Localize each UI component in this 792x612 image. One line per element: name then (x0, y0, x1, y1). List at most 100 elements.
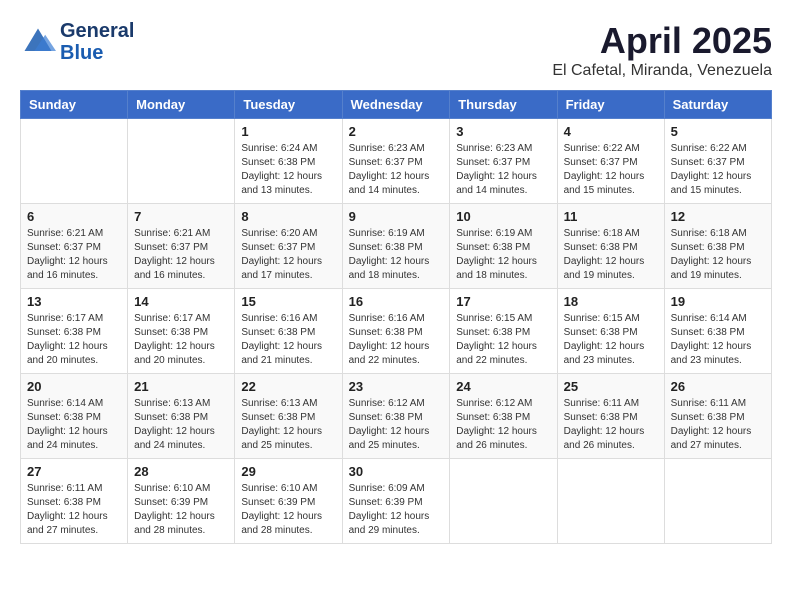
day-number: 23 (349, 379, 444, 394)
day-number: 21 (134, 379, 228, 394)
day-info: Sunrise: 6:11 AM Sunset: 6:38 PM Dayligh… (564, 397, 658, 453)
day-info: Sunrise: 6:17 AM Sunset: 6:38 PM Dayligh… (134, 312, 228, 368)
subtitle: El Cafetal, Miranda, Venezuela (552, 62, 772, 80)
generalblue-logo-icon (20, 24, 56, 60)
calendar-cell: 14 Sunrise: 6:17 AM Sunset: 6:38 PM Dayli… (128, 289, 235, 374)
calendar-cell: 30 Sunrise: 6:09 AM Sunset: 6:39 PM Dayli… (342, 459, 450, 544)
day-number: 9 (349, 209, 444, 224)
calendar-cell: 9 Sunrise: 6:19 AM Sunset: 6:38 PM Daylig… (342, 204, 450, 289)
day-info: Sunrise: 6:21 AM Sunset: 6:37 PM Dayligh… (27, 227, 121, 283)
day-info: Sunrise: 6:23 AM Sunset: 6:37 PM Dayligh… (349, 142, 444, 198)
day-number: 13 (27, 294, 121, 309)
day-info: Sunrise: 6:20 AM Sunset: 6:37 PM Dayligh… (241, 227, 335, 283)
day-number: 8 (241, 209, 335, 224)
day-number: 7 (134, 209, 228, 224)
calendar-week-row: 6 Sunrise: 6:21 AM Sunset: 6:37 PM Daylig… (21, 204, 772, 289)
day-number: 22 (241, 379, 335, 394)
main-title: April 2025 (552, 20, 772, 62)
day-number: 1 (241, 124, 335, 139)
day-info: Sunrise: 6:09 AM Sunset: 6:39 PM Dayligh… (349, 482, 444, 538)
day-info: Sunrise: 6:24 AM Sunset: 6:38 PM Dayligh… (241, 142, 335, 198)
day-number: 20 (27, 379, 121, 394)
calendar-cell (21, 119, 128, 204)
day-number: 30 (349, 464, 444, 479)
day-info: Sunrise: 6:17 AM Sunset: 6:38 PM Dayligh… (27, 312, 121, 368)
day-info: Sunrise: 6:11 AM Sunset: 6:38 PM Dayligh… (27, 482, 121, 538)
calendar-cell: 8 Sunrise: 6:20 AM Sunset: 6:37 PM Daylig… (235, 204, 342, 289)
day-info: Sunrise: 6:19 AM Sunset: 6:38 PM Dayligh… (456, 227, 550, 283)
day-number: 6 (27, 209, 121, 224)
day-info: Sunrise: 6:16 AM Sunset: 6:38 PM Dayligh… (241, 312, 335, 368)
calendar-week-row: 20Sunrise: 6:14 AM Sunset: 6:38 PM Dayli… (21, 374, 772, 459)
day-number: 14 (134, 294, 228, 309)
calendar-cell: 27 Sunrise: 6:11 AM Sunset: 6:38 PM Dayli… (21, 459, 128, 544)
day-number: 28 (134, 464, 228, 479)
day-info: Sunrise: 6:22 AM Sunset: 6:37 PM Dayligh… (564, 142, 658, 198)
day-info: Sunrise: 6:18 AM Sunset: 6:38 PM Dayligh… (671, 227, 765, 283)
logo-text-general: General (60, 20, 134, 42)
calendar-cell: 24 Sunrise: 6:12 AM Sunset: 6:38 PM Dayli… (450, 374, 557, 459)
calendar-cell (450, 459, 557, 544)
day-number: 27 (27, 464, 121, 479)
calendar-cell (557, 459, 664, 544)
day-number: 18 (564, 294, 658, 309)
day-number: 5 (671, 124, 765, 139)
day-number: 24 (456, 379, 550, 394)
day-number: 29 (241, 464, 335, 479)
day-info: Sunrise: 6:21 AM Sunset: 6:37 PM Dayligh… (134, 227, 228, 283)
day-number: 17 (456, 294, 550, 309)
day-header-saturday: Saturday (664, 91, 771, 119)
calendar-cell: 4 Sunrise: 6:22 AM Sunset: 6:37 PM Daylig… (557, 119, 664, 204)
day-info: Sunrise: 6:15 AM Sunset: 6:38 PM Dayligh… (456, 312, 550, 368)
day-info: Sunrise: 6:13 AM Sunset: 6:38 PM Dayligh… (134, 397, 228, 453)
day-number: 3 (456, 124, 550, 139)
day-number: 2 (349, 124, 444, 139)
day-number: 19 (671, 294, 765, 309)
day-number: 15 (241, 294, 335, 309)
calendar-week-row: 1 Sunrise: 6:24 AM Sunset: 6:38 PM Daylig… (21, 119, 772, 204)
calendar-cell: 16Sunrise: 6:16 AM Sunset: 6:38 PM Dayli… (342, 289, 450, 374)
calendar-cell: 26 Sunrise: 6:11 AM Sunset: 6:38 PM Dayli… (664, 374, 771, 459)
calendar-cell: 11Sunrise: 6:18 AM Sunset: 6:38 PM Dayli… (557, 204, 664, 289)
calendar-cell: 15 Sunrise: 6:16 AM Sunset: 6:38 PM Dayli… (235, 289, 342, 374)
day-info: Sunrise: 6:11 AM Sunset: 6:38 PM Dayligh… (671, 397, 765, 453)
day-info: Sunrise: 6:10 AM Sunset: 6:39 PM Dayligh… (241, 482, 335, 538)
calendar-cell: 17 Sunrise: 6:15 AM Sunset: 6:38 PM Dayli… (450, 289, 557, 374)
day-number: 26 (671, 379, 765, 394)
calendar-cell: 21 Sunrise: 6:13 AM Sunset: 6:38 PM Dayli… (128, 374, 235, 459)
calendar-cell: 2 Sunrise: 6:23 AM Sunset: 6:37 PM Daylig… (342, 119, 450, 204)
calendar-cell: 29 Sunrise: 6:10 AM Sunset: 6:39 PM Dayli… (235, 459, 342, 544)
day-number: 10 (456, 209, 550, 224)
calendar-table: SundayMondayTuesdayWednesdayThursdayFrid… (20, 90, 772, 544)
calendar-cell: 18 Sunrise: 6:15 AM Sunset: 6:38 PM Dayli… (557, 289, 664, 374)
day-info: Sunrise: 6:19 AM Sunset: 6:38 PM Dayligh… (349, 227, 444, 283)
calendar-cell: 7 Sunrise: 6:21 AM Sunset: 6:37 PM Daylig… (128, 204, 235, 289)
day-header-wednesday: Wednesday (342, 91, 450, 119)
day-number: 4 (564, 124, 658, 139)
day-info: Sunrise: 6:10 AM Sunset: 6:39 PM Dayligh… (134, 482, 228, 538)
calendar-cell (128, 119, 235, 204)
day-number: 12 (671, 209, 765, 224)
calendar-cell: 13 Sunrise: 6:17 AM Sunset: 6:38 PM Dayli… (21, 289, 128, 374)
logo: General Blue (20, 20, 134, 64)
title-block: April 2025 El Cafetal, Miranda, Venezuel… (552, 20, 772, 80)
day-header-tuesday: Tuesday (235, 91, 342, 119)
calendar-week-row: 13 Sunrise: 6:17 AM Sunset: 6:38 PM Dayli… (21, 289, 772, 374)
calendar-cell: 28 Sunrise: 6:10 AM Sunset: 6:39 PM Dayli… (128, 459, 235, 544)
day-header-sunday: Sunday (21, 91, 128, 119)
calendar-cell: 23Sunrise: 6:12 AM Sunset: 6:38 PM Dayli… (342, 374, 450, 459)
day-info: Sunrise: 6:14 AM Sunset: 6:38 PM Dayligh… (671, 312, 765, 368)
logo-text-blue: Blue (60, 42, 134, 64)
day-info: Sunrise: 6:12 AM Sunset: 6:38 PM Dayligh… (456, 397, 550, 453)
calendar-cell: 10 Sunrise: 6:19 AM Sunset: 6:38 PM Dayli… (450, 204, 557, 289)
day-info: Sunrise: 6:15 AM Sunset: 6:38 PM Dayligh… (564, 312, 658, 368)
calendar-cell: 20Sunrise: 6:14 AM Sunset: 6:38 PM Dayli… (21, 374, 128, 459)
day-number: 16 (349, 294, 444, 309)
day-header-thursday: Thursday (450, 91, 557, 119)
calendar-cell: 6 Sunrise: 6:21 AM Sunset: 6:37 PM Daylig… (21, 204, 128, 289)
day-info: Sunrise: 6:22 AM Sunset: 6:37 PM Dayligh… (671, 142, 765, 198)
calendar-cell: 5 Sunrise: 6:22 AM Sunset: 6:37 PM Daylig… (664, 119, 771, 204)
day-info: Sunrise: 6:23 AM Sunset: 6:37 PM Dayligh… (456, 142, 550, 198)
calendar-cell: 19 Sunrise: 6:14 AM Sunset: 6:38 PM Dayli… (664, 289, 771, 374)
page-header: General Blue April 2025 El Cafetal, Mira… (20, 20, 772, 80)
